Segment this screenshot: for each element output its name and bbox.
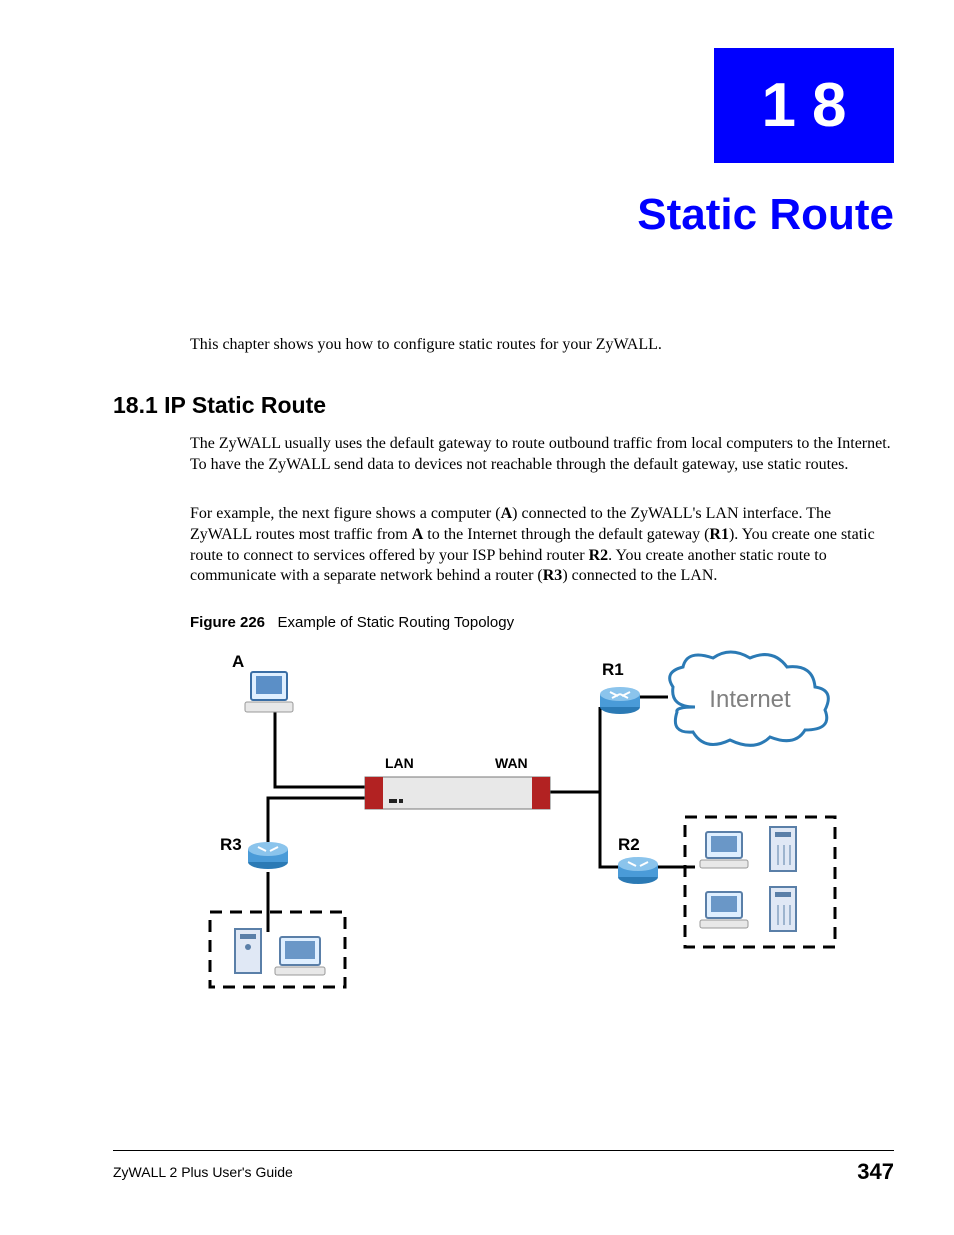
- label-lan: LAN: [385, 755, 414, 771]
- label-r1: R1: [602, 660, 624, 680]
- footer-page-number: 347: [857, 1159, 894, 1185]
- chapter-number-badge: 18: [714, 48, 894, 163]
- label-r3: R3: [220, 835, 242, 855]
- network-r2-icon: [685, 817, 835, 947]
- router-r2-icon: [618, 857, 658, 884]
- internet-label: Internet: [709, 686, 791, 713]
- chapter-number: 18: [746, 70, 863, 141]
- chapter-intro: This chapter shows you how to configure …: [190, 336, 894, 354]
- section-paragraph-1: The ZyWALL usually uses the default gate…: [190, 434, 894, 476]
- chapter-title: Static Route: [637, 190, 894, 240]
- figure-diagram: Internet: [190, 642, 850, 1002]
- router-r3-icon: [248, 842, 288, 869]
- figure-caption: Figure 226 Example of Static Routing Top…: [190, 614, 514, 631]
- firewall-device-icon: [365, 777, 550, 809]
- section-paragraph-2: For example, the next figure shows a com…: [190, 504, 894, 587]
- label-wan: WAN: [495, 755, 528, 771]
- page-footer: ZyWALL 2 Plus User's Guide 347: [113, 1150, 894, 1185]
- computer-a-icon: [245, 672, 293, 712]
- network-r3-icon: [210, 912, 345, 987]
- internet-cloud-icon: Internet: [670, 652, 829, 745]
- label-a: A: [232, 652, 244, 672]
- router-r1-icon: [600, 687, 640, 714]
- footer-title: ZyWALL 2 Plus User's Guide: [113, 1164, 293, 1180]
- label-r2: R2: [618, 835, 640, 855]
- section-heading: 18.1 IP Static Route: [113, 392, 326, 419]
